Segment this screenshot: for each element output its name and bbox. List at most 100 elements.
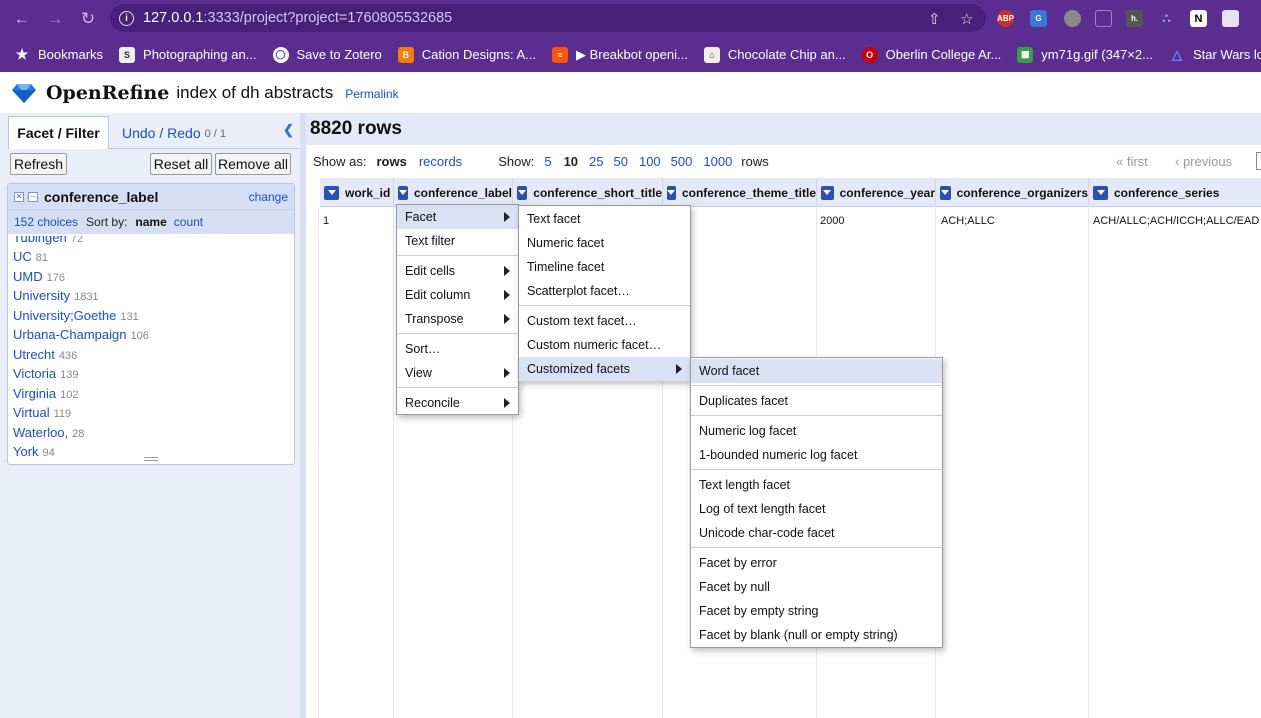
facet-choice[interactable]: York 94	[13, 444, 55, 456]
menu-item-scatterplot-facet[interactable]: Scatterplot facet…	[519, 279, 690, 303]
forward-icon[interactable]: →	[44, 8, 66, 30]
column-dropdown-icon[interactable]	[324, 185, 339, 200]
facet-change-link[interactable]: change	[249, 190, 288, 204]
menu-item-text-facet[interactable]: Text facet	[519, 207, 690, 231]
page-nav-button[interactable]	[1256, 152, 1261, 170]
column-header-conference-organizers[interactable]: conference_organizers	[936, 178, 1089, 207]
reset-all-button[interactable]: Reset all	[150, 153, 212, 175]
menu-item-numeric-log-facet[interactable]: Numeric log facet	[691, 419, 942, 443]
menu-item-text-filter[interactable]: Text filter	[397, 229, 518, 253]
column-header-conference-theme-title[interactable]: conference_theme_title	[663, 178, 817, 207]
bookmark-item[interactable]: ≈ ▶ Breakbot openi...	[551, 46, 688, 63]
tab-undo-redo[interactable]: Undo / Redo 0 / 1	[122, 116, 226, 149]
menu-item-view[interactable]: View	[397, 361, 518, 385]
bookmark-star-icon[interactable]: ☆	[960, 10, 973, 28]
conference-series-cell[interactable]: ACH/ALLC;ACH/ICCH;ALLC/EAD	[1093, 215, 1259, 227]
translate-extension-icon[interactable]: G	[1030, 10, 1047, 27]
facet-choice[interactable]: Victoria 139	[13, 366, 78, 381]
column-dropdown-icon[interactable]	[667, 185, 676, 200]
conference-year-cell[interactable]: 2000	[820, 215, 844, 227]
column-header-conference-short-title[interactable]: conference_short_title	[513, 178, 663, 207]
facet-choices-count[interactable]: 152 choices	[14, 215, 78, 229]
extension-badge-icon[interactable]	[1064, 10, 1081, 27]
bookmark-item[interactable]: ▦ ym71g.gif (347×2...	[1017, 46, 1153, 63]
adblock-extension-icon[interactable]: ABP	[997, 10, 1014, 27]
menu-item-customized-facets[interactable]: Customized facets	[519, 357, 690, 381]
menu-item-facet-by-null[interactable]: Facet by null	[691, 575, 942, 599]
menu-item-transpose[interactable]: Transpose	[397, 307, 518, 331]
facet-choice[interactable]: Urbana-Champaign 106	[13, 327, 149, 342]
page-size-option[interactable]: 5	[544, 154, 551, 169]
facet-choice[interactable]: Virtual 119	[13, 405, 71, 420]
app-logo-text[interactable]: OpenRefine	[46, 82, 169, 104]
menu-item-facet[interactable]: Facet	[397, 205, 518, 229]
show-as-rows[interactable]: rows	[376, 154, 406, 169]
permalink-link[interactable]: Permalink	[345, 87, 398, 101]
previous-page-link[interactable]: ‹ previous	[1175, 154, 1232, 169]
page-size-option[interactable]: 100	[639, 154, 661, 169]
bookmark-item[interactable]: ★ Bookmarks	[14, 46, 103, 63]
page-size-option[interactable]: 1000	[703, 154, 732, 169]
page-size-option[interactable]: 25	[589, 154, 603, 169]
menu-item-numeric-facet[interactable]: Numeric facet	[519, 231, 690, 255]
back-icon[interactable]: ←	[11, 8, 33, 30]
facet-choice[interactable]: UC 81	[13, 249, 48, 264]
facet-choice[interactable]: Waterloo, 28	[13, 425, 84, 440]
menu-item-timeline-facet[interactable]: Timeline facet	[519, 255, 690, 279]
menu-item-reconcile[interactable]: Reconcile	[397, 391, 518, 415]
share-icon[interactable]: ⇧	[928, 10, 941, 28]
bookmark-item[interactable]: ⌂ Chocolate Chip an...	[703, 46, 846, 63]
facet-choice[interactable]: Utrecht 436	[13, 347, 77, 362]
remove-all-button[interactable]: Remove all	[215, 153, 291, 175]
column-dropdown-icon[interactable]	[821, 185, 834, 200]
menu-item-word-facet[interactable]: Word facet	[691, 359, 942, 383]
bookmark-item[interactable]: O Oberlin College Ar...	[861, 46, 1001, 63]
menu-item-facet-by-empty-string[interactable]: Facet by empty string	[691, 599, 942, 623]
sort-by-count[interactable]: count	[174, 215, 203, 229]
facet-choice[interactable]: University 1831	[13, 288, 99, 303]
document-extension-icon[interactable]	[1222, 10, 1239, 27]
page-size-option[interactable]: 50	[614, 154, 628, 169]
column-header-conference-series[interactable]: conference_series	[1089, 178, 1261, 207]
facet-resize-handle[interactable]	[144, 457, 158, 461]
refresh-button[interactable]: Refresh	[10, 153, 67, 175]
menu-item-sort[interactable]: Sort…	[397, 337, 518, 361]
menu-item-edit-column[interactable]: Edit column	[397, 283, 518, 307]
column-dropdown-icon[interactable]	[940, 185, 951, 200]
minimize-facet-icon[interactable]: –	[28, 191, 38, 202]
show-as-records[interactable]: records	[419, 154, 462, 169]
column-dropdown-icon[interactable]	[1093, 185, 1108, 200]
column-header-conference-label[interactable]: conference_label	[394, 178, 513, 207]
menu-item-facet-by-error[interactable]: Facet by error	[691, 551, 942, 575]
bookmark-item[interactable]: ◯ Save to Zotero	[272, 46, 382, 63]
menu-item-unicode-char-code-facet[interactable]: Unicode char-code facet	[691, 521, 942, 545]
conference-organizers-cell[interactable]: ACH;ALLC	[941, 215, 995, 227]
facet-choice[interactable]: Tubingen 72	[13, 236, 83, 245]
menu-item-edit-cells[interactable]: Edit cells	[397, 259, 518, 283]
tab-facet-filter[interactable]: Facet / Filter	[8, 116, 109, 149]
menu-item-custom-numeric-facet[interactable]: Custom numeric facet…	[519, 333, 690, 357]
first-page-link[interactable]: « first	[1116, 154, 1148, 169]
remove-facet-icon[interactable]: ✕	[14, 191, 24, 202]
menu-item-custom-text-facet[interactable]: Custom text facet…	[519, 309, 690, 333]
column-header-work-id[interactable]: work_id	[320, 178, 394, 207]
facet-choice-list[interactable]: Tubingen 72 UC 81 UMD 176 University 1831 Un…	[8, 236, 294, 456]
site-info-icon[interactable]: i	[119, 10, 134, 26]
bookmark-item[interactable]: △Star Wars locati	[1169, 47, 1261, 63]
copy-extension-icon[interactable]	[1095, 10, 1112, 27]
menu-item-facet-by-blank[interactable]: Facet by blank (null or empty string)	[691, 623, 942, 647]
sort-by-name[interactable]: name	[135, 215, 166, 229]
page-size-option-selected[interactable]: 10	[564, 154, 578, 169]
hypothesis-extension-icon[interactable]: h.	[1126, 10, 1143, 27]
reload-icon[interactable]: ↻	[77, 8, 99, 30]
column-header-conference-year[interactable]: conference_year	[817, 178, 936, 207]
menu-item-bounded-numeric-log-facet[interactable]: 1-bounded numeric log facet	[691, 443, 942, 467]
menu-item-duplicates-facet[interactable]: Duplicates facet	[691, 389, 942, 413]
page-size-option[interactable]: 500	[671, 154, 693, 169]
address-bar[interactable]: i 127.0.0.1:3333/project?project=1760805…	[110, 4, 986, 32]
column-dropdown-icon[interactable]	[398, 185, 408, 200]
menu-item-log-text-length-facet[interactable]: Log of text length facet	[691, 497, 942, 521]
facet-choice[interactable]: University;Goethe 131	[13, 308, 139, 323]
collapse-panel-icon[interactable]: ❮	[283, 122, 294, 138]
facet-choice[interactable]: UMD 176	[13, 269, 65, 284]
